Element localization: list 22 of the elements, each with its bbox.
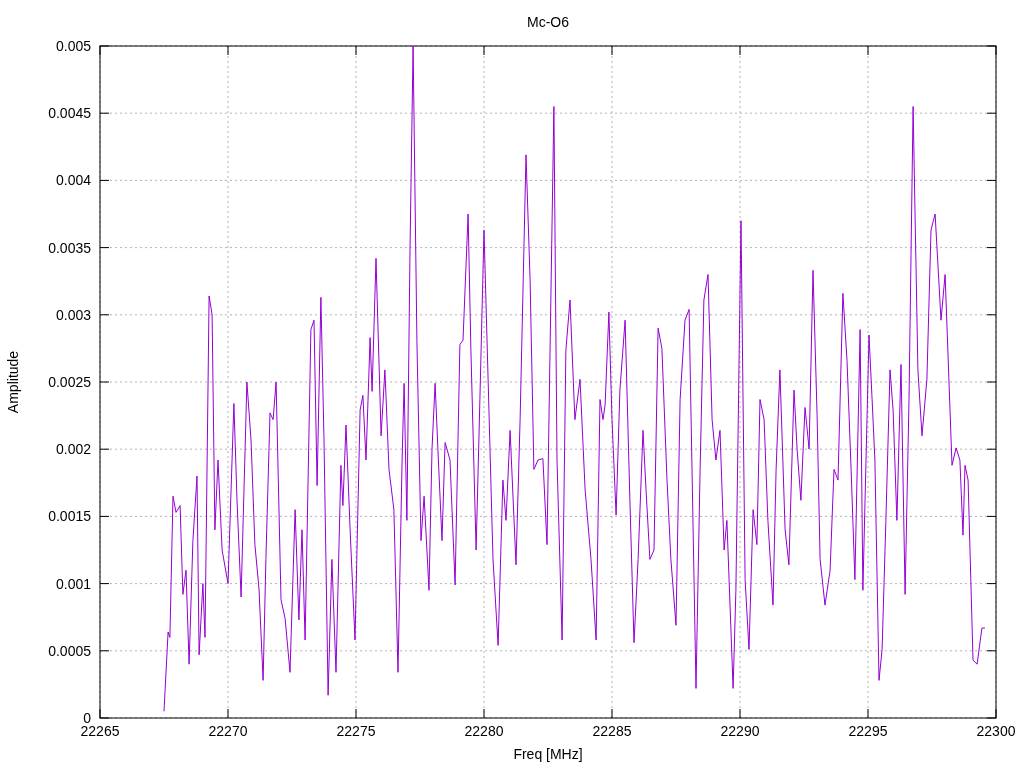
x-tick-label: 22290 [720,723,760,739]
y-tick-label: 0.0045 [48,105,91,122]
y-tick-label: 0.0025 [48,374,91,390]
x-tick-label: 22265 [80,723,120,739]
x-tick-label: 22295 [848,723,888,739]
y-tick-label: 0.002 [55,441,91,458]
y-tick-label: 0.004 [55,172,91,189]
y-tick-label: 0.003 [55,306,91,323]
y-axis-label: Amplitude [5,350,21,414]
y-tick-label: 0.0035 [48,239,91,256]
y-tick-label: 0.001 [55,575,91,592]
x-tick-label: 22285 [592,723,632,739]
chart-title: Mc-O6 [527,14,569,30]
y-tick-label: 0.0005 [48,642,91,659]
y-tick-label: 0.0015 [48,508,91,525]
x-tick-label: 22280 [464,723,504,739]
x-tick-label: 22275 [336,723,376,739]
y-tick-label: 0.005 [55,38,91,54]
y-tick-label: 0 [83,710,91,726]
x-tick-label: 22270 [208,723,248,739]
x-axis-label: Freq [MHz] [513,746,583,762]
x-tick-label: 22300 [976,723,1016,739]
